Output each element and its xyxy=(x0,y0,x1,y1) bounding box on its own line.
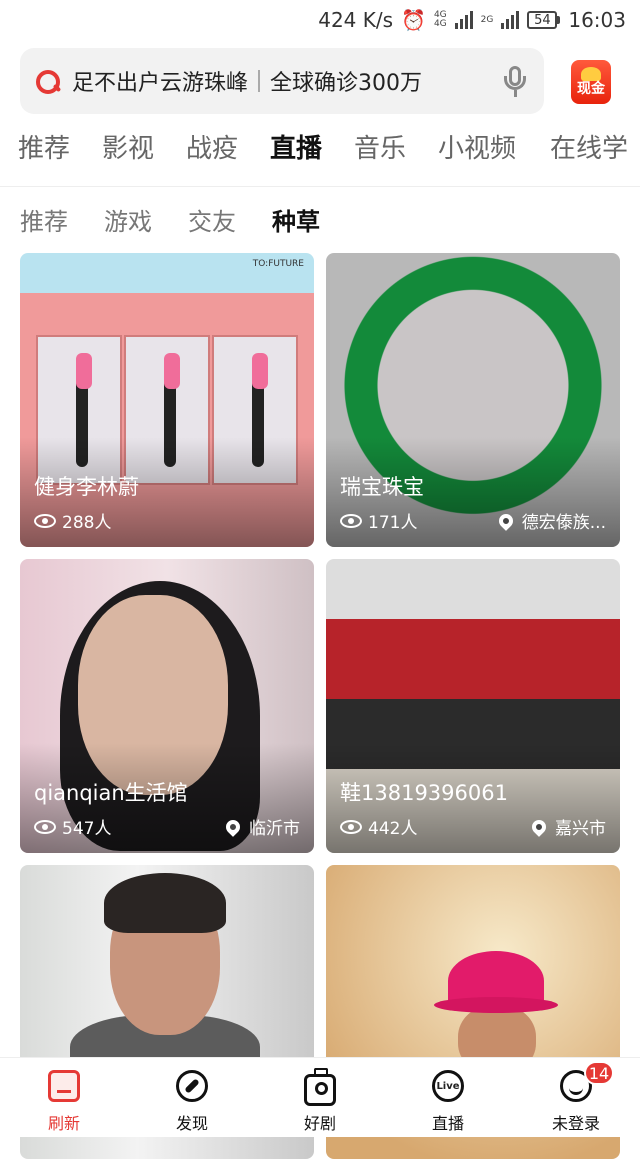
network-type: 4G 4G xyxy=(433,10,447,29)
eye-icon xyxy=(340,513,362,528)
tab-film[interactable]: 影视 xyxy=(102,128,154,165)
live-icon: Live xyxy=(432,1070,464,1102)
location-pin-icon xyxy=(529,816,549,837)
location-pin-icon xyxy=(495,510,516,531)
live-card[interactable]: 鞋13819396061 442人 嘉兴市 xyxy=(326,559,620,853)
cash-reward-button[interactable]: 现金 xyxy=(571,60,611,104)
search-separator xyxy=(258,70,261,92)
clock: 16:03 xyxy=(568,8,626,32)
subtab-shopping[interactable]: 种草 xyxy=(272,202,320,237)
eye-icon xyxy=(340,819,362,834)
signal-icon-2 xyxy=(501,11,520,29)
viewer-count: 442人 xyxy=(340,814,417,839)
location-pin-icon xyxy=(223,816,243,837)
live-card[interactable]: qianqian生活馆 547人 临沂市 xyxy=(20,559,314,853)
subtab-dating[interactable]: 交友 xyxy=(188,202,236,237)
status-bar: 424 K/s ⏰ 4G 4G 2G 54 16:03 xyxy=(0,0,640,40)
home-icon xyxy=(48,1070,80,1102)
search-icon xyxy=(34,68,60,94)
card-location: 嘉兴市 xyxy=(529,814,606,839)
tab-online-learning[interactable]: 在线学 xyxy=(550,128,628,165)
divider xyxy=(0,186,640,187)
network-type-2: 2G xyxy=(480,14,494,25)
alarm-icon: ⏰ xyxy=(401,8,426,32)
tab-recommend[interactable]: 推荐 xyxy=(18,128,70,165)
tab-fight-epidemic[interactable]: 战疫 xyxy=(186,128,238,165)
network-speed: 424 K/s xyxy=(318,8,394,32)
tab-short-video[interactable]: 小视频 xyxy=(438,128,516,165)
live-card[interactable]: TO:FUTURE 健身李林蔚 288人 xyxy=(20,253,314,547)
nav-dramas[interactable]: 好剧 xyxy=(256,1058,384,1137)
card-title: 鞋13819396061 xyxy=(340,781,508,805)
compass-icon xyxy=(176,1070,208,1102)
notification-badge: 14 xyxy=(584,1061,614,1085)
viewer-count: 171人 xyxy=(340,508,417,533)
battery-icon: 54 xyxy=(527,11,561,29)
nav-discover[interactable]: 发现 xyxy=(128,1058,256,1137)
nav-not-logged-in[interactable]: 未登录 xyxy=(512,1058,640,1137)
nav-live[interactable]: Live 直播 xyxy=(384,1058,512,1137)
card-title: 瑞宝珠宝 xyxy=(340,475,424,499)
channel-tabs: 推荐 影视 战疫 直播 音乐 小视频 在线学 xyxy=(0,128,640,174)
card-location: 临沂市 xyxy=(223,814,300,839)
card-title: qianqian生活馆 xyxy=(34,781,188,805)
tab-music[interactable]: 音乐 xyxy=(354,128,406,165)
battery-level: 54 xyxy=(527,11,558,29)
microphone-icon[interactable] xyxy=(502,66,528,98)
search-hot-query-1[interactable]: 足不出户云游珠峰 xyxy=(72,65,248,97)
search-bar[interactable]: 足不出户云游珠峰 全球确诊300万 xyxy=(20,48,544,114)
eye-icon xyxy=(34,819,56,834)
card-location: 德宏傣族... xyxy=(495,508,606,533)
card-art-label: TO:FUTURE xyxy=(252,259,304,269)
search-row: 足不出户云游珠峰 全球确诊300万 现金 xyxy=(0,48,640,114)
live-card[interactable]: 瑞宝珠宝 171人 德宏傣族... xyxy=(326,253,620,547)
card-title: 健身李林蔚 xyxy=(34,475,139,499)
tv-icon xyxy=(304,1068,336,1106)
viewer-count: 547人 xyxy=(34,814,111,839)
search-hot-query-2[interactable]: 全球确诊300万 xyxy=(270,65,422,97)
viewer-count: 288人 xyxy=(34,508,111,533)
tab-live[interactable]: 直播 xyxy=(270,128,322,165)
bottom-navigation: 刷新 发现 好剧 Live 直播 未登录 xyxy=(0,1057,640,1137)
live-subtabs: 推荐 游戏 交友 种草 xyxy=(0,202,640,242)
eye-icon xyxy=(34,513,56,528)
signal-icon xyxy=(454,11,473,29)
subtab-games[interactable]: 游戏 xyxy=(104,202,152,237)
subtab-recommend[interactable]: 推荐 xyxy=(20,202,68,237)
nav-refresh[interactable]: 刷新 xyxy=(0,1058,128,1137)
